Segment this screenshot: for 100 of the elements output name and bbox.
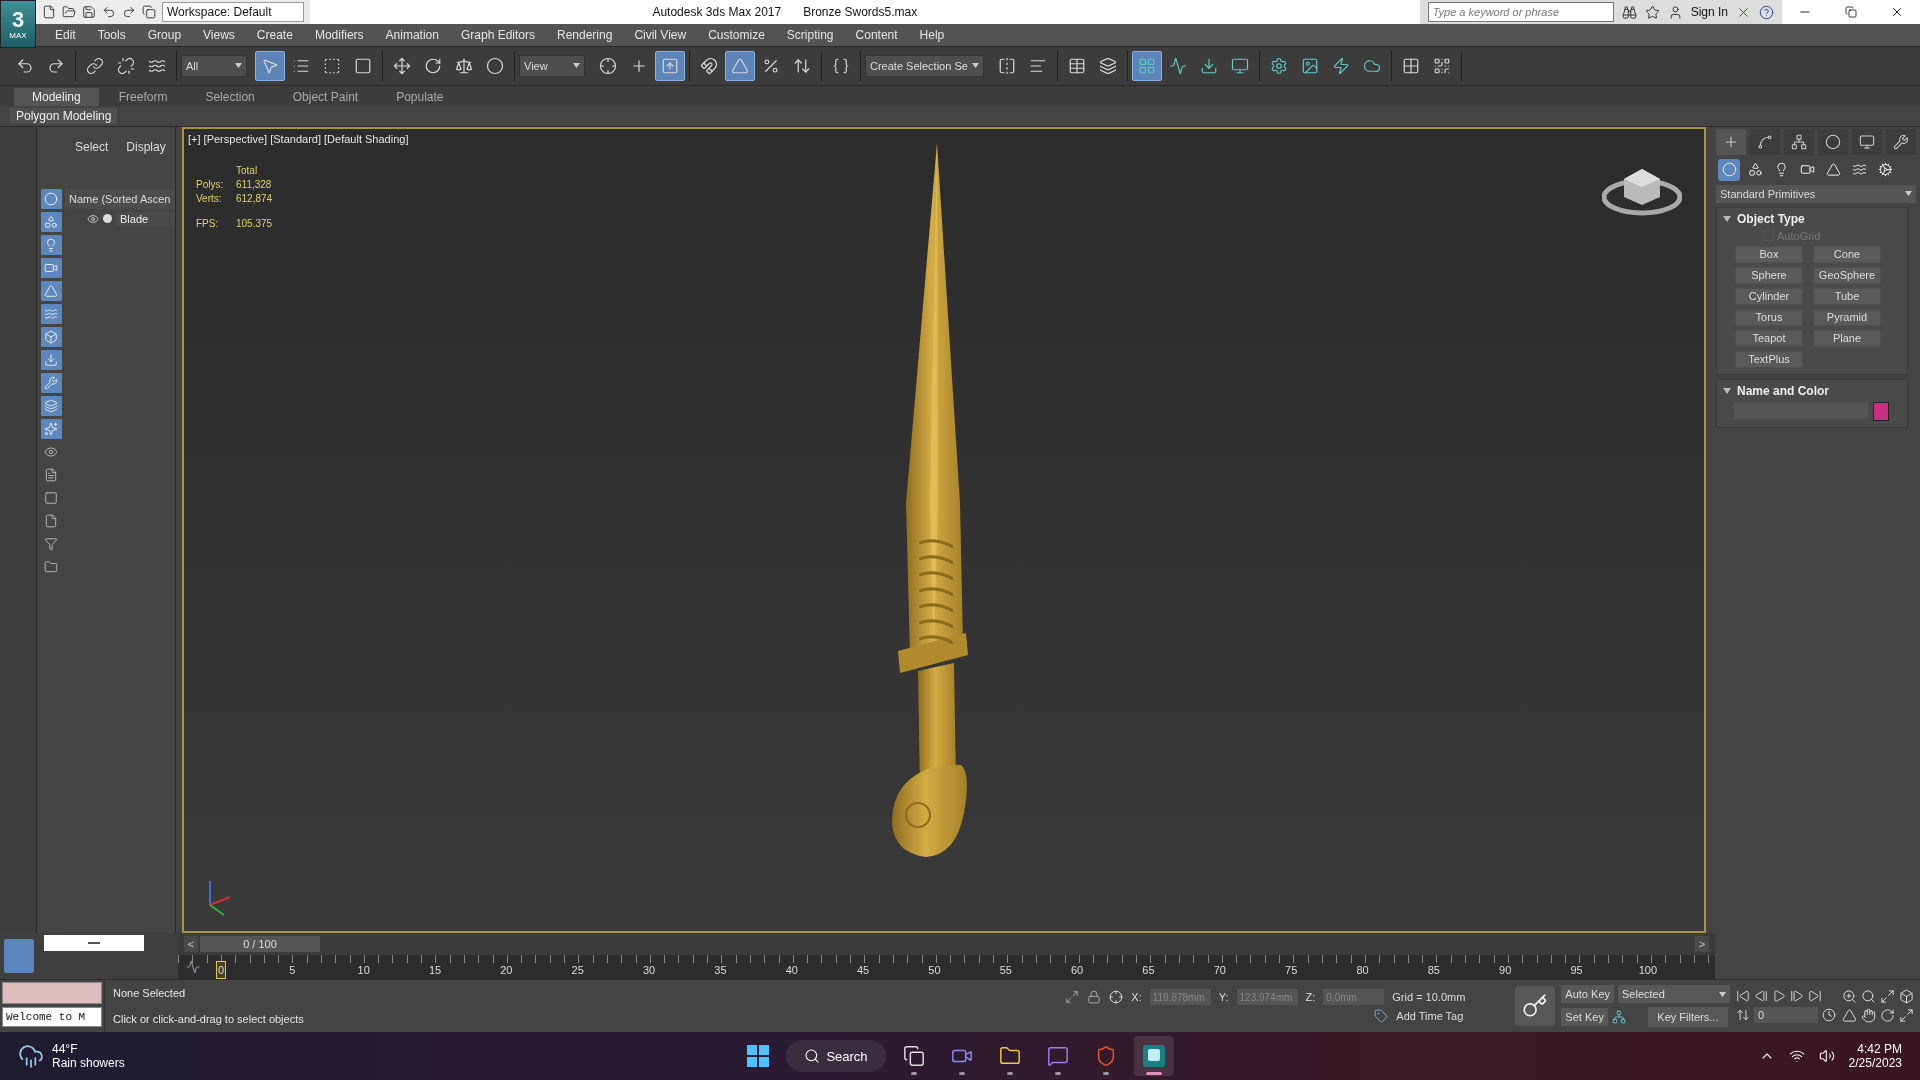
frame-label: 45: [855, 963, 871, 979]
primitive-button[interactable]: Box: [1735, 245, 1803, 263]
primitive-button[interactable]: TextPlus: [1735, 350, 1803, 368]
frame-label: 100: [1637, 963, 1659, 979]
toolbar-dropdown[interactable]: All: [181, 54, 247, 77]
search-field[interactable]: Type a keyword or phrase: [1427, 2, 1614, 22]
frame-label: 60: [1070, 963, 1085, 979]
app-title: Autodesk 3ds Max 2017: [652, 5, 782, 19]
coord-label: X:: [1131, 991, 1142, 1004]
grid-size: Grid = 10.0mm: [1392, 991, 1466, 1004]
stat-value: 612,874: [236, 192, 273, 204]
primitive-button[interactable]: Tube: [1813, 287, 1881, 305]
toolbar-dropdown[interactable]: Create Selection Se: [865, 54, 984, 77]
menu-item[interactable]: Scripting: [775, 24, 845, 46]
viewport-label[interactable]: [+] [Perspective] [Standard] [Default Shading]: [188, 132, 409, 145]
explorer-tab[interactable]: Display: [126, 138, 166, 155]
frame-label: 90: [1498, 963, 1513, 979]
primitives-dropdown[interactable]: Standard Primitives: [1716, 184, 1916, 203]
frame-label: 40: [784, 963, 799, 979]
primitive-button[interactable]: GeoSphere: [1813, 266, 1881, 284]
frame-label: 30: [641, 963, 657, 979]
frame-field[interactable]: 0: [1754, 1007, 1818, 1024]
prompt-text: Click or click-and-drag to select objects: [113, 1013, 305, 1026]
frame-label: 95: [1569, 963, 1584, 979]
auto-key-button[interactable]: Auto Key: [1561, 985, 1614, 1004]
frame-label: 5: [288, 963, 297, 979]
primitive-button[interactable]: Pyramid: [1813, 308, 1881, 326]
menu-item[interactable]: Civil View: [623, 24, 698, 46]
set-key-toggle[interactable]: Set Key: [1561, 1008, 1608, 1027]
primitive-button[interactable]: Torus: [1735, 308, 1803, 326]
column-header[interactable]: Name (Sorted Ascen: [65, 188, 175, 209]
key-filters-button[interactable]: Key Filters...: [1647, 1007, 1728, 1028]
key-mode-dropdown[interactable]: Selected: [1618, 985, 1730, 1004]
frame-label: 55: [998, 963, 1013, 979]
frame-label: 50: [927, 963, 942, 979]
primitive-button[interactable]: Teapot: [1735, 329, 1803, 347]
primitive-button[interactable]: Plane: [1813, 329, 1881, 347]
next-frame-button[interactable]: >: [1695, 936, 1709, 953]
file-name: Bronze Swords5.max: [803, 5, 918, 19]
menu-item[interactable]: Group: [136, 24, 193, 46]
primitive-button[interactable]: Sphere: [1735, 266, 1803, 284]
weather-condition[interactable]: Rain showers: [52, 1056, 125, 1071]
fps-label: FPS:: [196, 217, 220, 229]
ribbon-tab[interactable]: Modeling: [14, 87, 99, 106]
coord-label: Z:: [1305, 991, 1316, 1004]
menu-item[interactable]: Animation: [374, 24, 450, 46]
time-slider-thumb[interactable]: 0 / 100: [200, 936, 320, 953]
stat-value: 611,328: [236, 178, 273, 190]
ribbon-panel-label[interactable]: Polygon Modeling: [10, 107, 118, 124]
primitive-button[interactable]: Cone: [1813, 245, 1881, 263]
fps-value: 105.375: [236, 217, 273, 229]
stat-label: Verts:: [196, 192, 223, 204]
frame-label: 10: [356, 963, 371, 979]
rollout-title[interactable]: Object Type: [1737, 211, 1805, 226]
ribbon-tab[interactable]: Selection: [187, 87, 273, 106]
menu-item[interactable]: Content: [844, 24, 909, 46]
app-logo[interactable]: 3 MAX: [0, 0, 36, 48]
stat-label: Polys:: [196, 178, 225, 190]
menu-item[interactable]: Customize: [697, 24, 776, 46]
frame-label: 35: [713, 963, 728, 979]
stats-header: Total: [236, 164, 259, 176]
menu-item[interactable]: Edit: [44, 24, 87, 46]
frame-label: 85: [1426, 963, 1441, 979]
listener-output[interactable]: Welcome to M: [2, 1007, 102, 1028]
clock-date[interactable]: 2/25/2023: [1848, 1056, 1902, 1071]
frame-label: 70: [1212, 963, 1227, 979]
menu-item[interactable]: Help: [908, 24, 956, 46]
frame-label: 20: [499, 963, 514, 979]
rollout-title[interactable]: Name and Color: [1737, 383, 1829, 398]
menu-item[interactable]: Create: [245, 24, 304, 46]
coord-label: Y:: [1218, 991, 1229, 1004]
viewport[interactable]: [+] [Perspective] [Standard] [Default Shading] Total Polys: 611,328 Verts: 612,874 FPS: 105.375: [182, 126, 1706, 934]
explorer-tab[interactable]: Select: [75, 138, 109, 155]
ribbon-tab[interactable]: Populate: [378, 87, 462, 106]
menu-item[interactable]: Rendering: [546, 24, 624, 46]
previous-frame-button[interactable]: <: [184, 936, 198, 953]
menu-item[interactable]: Graph Editors: [449, 24, 546, 46]
menu-item[interactable]: Tools: [86, 24, 137, 46]
sign-in-link[interactable]: Sign In: [1690, 5, 1728, 19]
add-time-tag[interactable]: Add Time Tag: [1396, 1010, 1464, 1023]
object-name[interactable]: Blade: [116, 211, 175, 226]
frame-label: 75: [1284, 963, 1299, 979]
menu-item[interactable]: Views: [192, 24, 246, 46]
menu-item[interactable]: Modifiers: [303, 24, 375, 46]
ribbon-tab[interactable]: Freeform: [100, 87, 186, 106]
weather-temperature[interactable]: 44°F: [52, 1042, 125, 1057]
workspace-dropdown[interactable]: Workspace: Default: [162, 2, 304, 22]
frame-label: 25: [570, 963, 585, 979]
logo-digit: 3: [11, 8, 25, 31]
clock-time[interactable]: 4:42 PM: [1857, 1042, 1902, 1057]
toolbar-dropdown[interactable]: View: [519, 54, 585, 77]
frame-label: 80: [1355, 963, 1370, 979]
selection-status: None Selected: [113, 987, 187, 1000]
primitive-button[interactable]: Cylinder: [1735, 287, 1803, 305]
logo-label: MAX: [9, 30, 27, 40]
frame-label: 65: [1141, 963, 1156, 979]
ribbon-tab[interactable]: Object Paint: [274, 87, 377, 106]
taskbar-search[interactable]: Search: [786, 1040, 886, 1073]
frame-label: 15: [427, 963, 443, 979]
track-bar[interactable]: 0 5 10 15 20 25 30 35 40 45 50 55 60 65 70 75 80 85 90 95 100: [178, 955, 1715, 980]
